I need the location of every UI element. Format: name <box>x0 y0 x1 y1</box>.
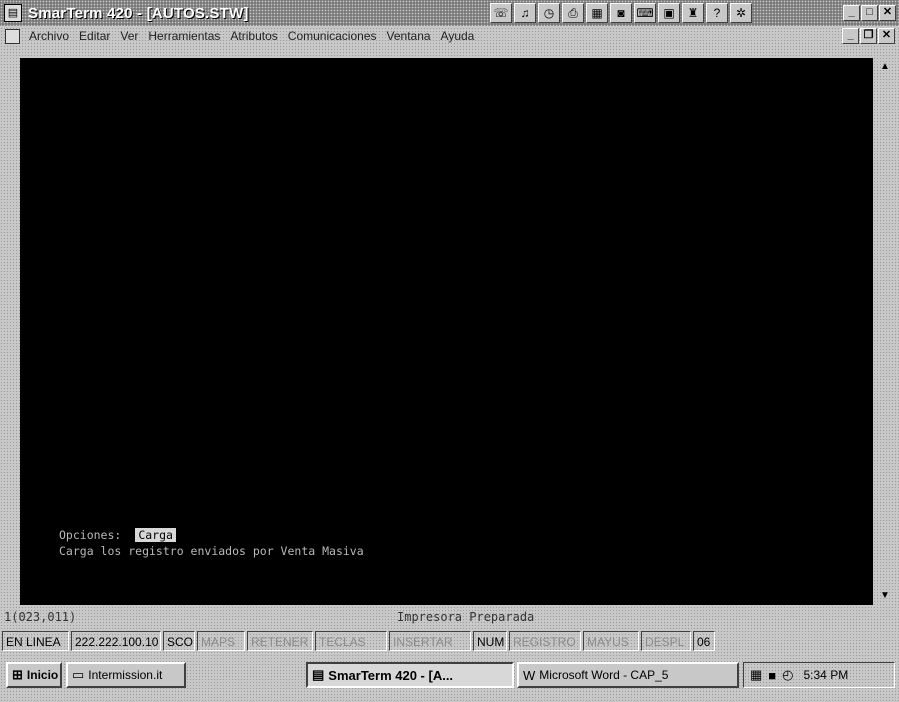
indicator-online: EN LINEA <box>2 631 69 651</box>
task-word[interactable]: W Microsoft Word - CAP_5 <box>517 662 739 688</box>
task-label: SmarTerm 420 - [A... <box>328 667 454 683</box>
task-intermission[interactable]: ▭ Intermission.it <box>66 662 186 688</box>
menu-editar[interactable]: Editar <box>74 29 115 43</box>
phone-icon[interactable]: ☏ <box>490 3 512 23</box>
scroll-down-icon[interactable]: ▼ <box>876 587 894 605</box>
terminal-screen[interactable]: Opciones: Carga Carga los registro enviad… <box>20 58 873 605</box>
indicator-mayus: MAYUS <box>583 631 639 651</box>
indicator-06: 06 <box>693 631 715 651</box>
indicator-despl: DESPL <box>641 631 691 651</box>
terminal-icon[interactable]: ▤ <box>4 4 22 22</box>
indicator-host: 222.222.100.10 <box>71 631 161 651</box>
indicator-bar: EN LINEA 222.222.100.10 SCO MAPS RETENER… <box>0 629 899 653</box>
folder-icon: ▭ <box>72 667 85 682</box>
indicator-registro: REGISTRO <box>509 631 581 651</box>
indicator-retener: RETENER <box>247 631 313 651</box>
menu-comunicaciones[interactable]: Comunicaciones <box>283 29 382 43</box>
clock-icon[interactable]: ◴ <box>782 667 793 683</box>
doc-close-button[interactable]: ✕ <box>878 28 895 44</box>
word-icon: W <box>523 667 536 683</box>
selected-option[interactable]: Carga <box>135 528 176 542</box>
minimize-button[interactable]: _ <box>843 5 860 21</box>
menu-ayuda[interactable]: Ayuda <box>436 29 480 43</box>
terminal-icon: ▤ <box>312 667 325 682</box>
indicator-teclas: TECLAS <box>315 631 387 651</box>
doc-restore-button[interactable]: ❐ <box>860 28 877 44</box>
network-icon[interactable]: ▦ <box>750 667 762 683</box>
start-label: Inicio <box>26 668 59 682</box>
disk-icon[interactable]: ◙ <box>610 3 632 23</box>
options-line: Opciones: Carga <box>59 528 176 542</box>
options-label: Opciones: <box>59 528 122 542</box>
menu-atributos[interactable]: Atributos <box>225 29 282 43</box>
document-icon[interactable]: ▣ <box>658 3 680 23</box>
language-icon[interactable]: ■ <box>768 668 776 683</box>
task-smarterm[interactable]: ▤ SmarTerm 420 - [A... <box>306 662 514 688</box>
option-help-text: Carga los registro enviados por Venta Ma… <box>59 544 364 558</box>
help-icon[interactable]: ? <box>706 3 728 23</box>
printer-status: Impresora Preparada <box>397 610 535 624</box>
clock-icon[interactable]: ◷ <box>538 3 560 23</box>
indicator-maps: MAPS <box>197 631 245 651</box>
maximize-button[interactable]: □ <box>861 5 878 21</box>
indicator-insertar: INSERTAR <box>389 631 471 651</box>
close-button[interactable]: ✕ <box>879 5 896 21</box>
system-tray: ▦ ■ ◴ 5:34 PM <box>743 662 895 688</box>
task-label: Microsoft Word - CAP_5 <box>539 668 669 682</box>
menu-herramientas[interactable]: Herramientas <box>143 29 225 43</box>
start-button[interactable]: ⊞ Inicio <box>6 662 62 688</box>
scroll-up-icon[interactable]: ▲ <box>876 58 894 76</box>
vertical-scrollbar[interactable]: ▲ ▼ <box>876 58 894 605</box>
title-bar[interactable]: ▤ SmarTerm 420 - [AUTOS.STW] ☏ ♫ ◷ ⎙ ▦ ◙… <box>0 0 899 26</box>
taskbar: ⊞ Inicio ▭ Intermission.it ▤ SmarTerm 42… <box>0 655 899 702</box>
document-menu-icon[interactable] <box>5 28 20 44</box>
macro-icon[interactable]: ♜ <box>682 3 704 23</box>
indicator-sco: SCO <box>163 631 195 651</box>
cursor-position: 1(023,011) <box>4 610 77 624</box>
menu-ventana[interactable]: Ventana <box>382 29 436 43</box>
bell-icon[interactable]: ♫ <box>514 3 536 23</box>
windows-logo-icon: ⊞ <box>12 667 23 682</box>
print-icon[interactable]: ⎙ <box>562 3 584 23</box>
settings-icon[interactable]: ✲ <box>730 3 752 23</box>
keyboard-icon[interactable]: ⌨ <box>634 3 656 23</box>
doc-minimize-button[interactable]: _ <box>842 28 859 44</box>
window-title: SmarTerm 420 - [AUTOS.STW] <box>28 4 249 22</box>
task-label: Intermission.it <box>88 668 163 682</box>
menu-bar: Archivo Editar Ver Herramientas Atributo… <box>0 26 899 46</box>
indicator-num: NUM <box>473 631 507 651</box>
clock[interactable]: 5:34 PM <box>804 668 849 682</box>
menu-ver[interactable]: Ver <box>115 29 143 43</box>
terminal-status-line: 1(023,011) Impresora Preparada <box>0 608 899 628</box>
folder-icon[interactable]: ▦ <box>586 3 608 23</box>
menu-archivo[interactable]: Archivo <box>24 29 74 43</box>
